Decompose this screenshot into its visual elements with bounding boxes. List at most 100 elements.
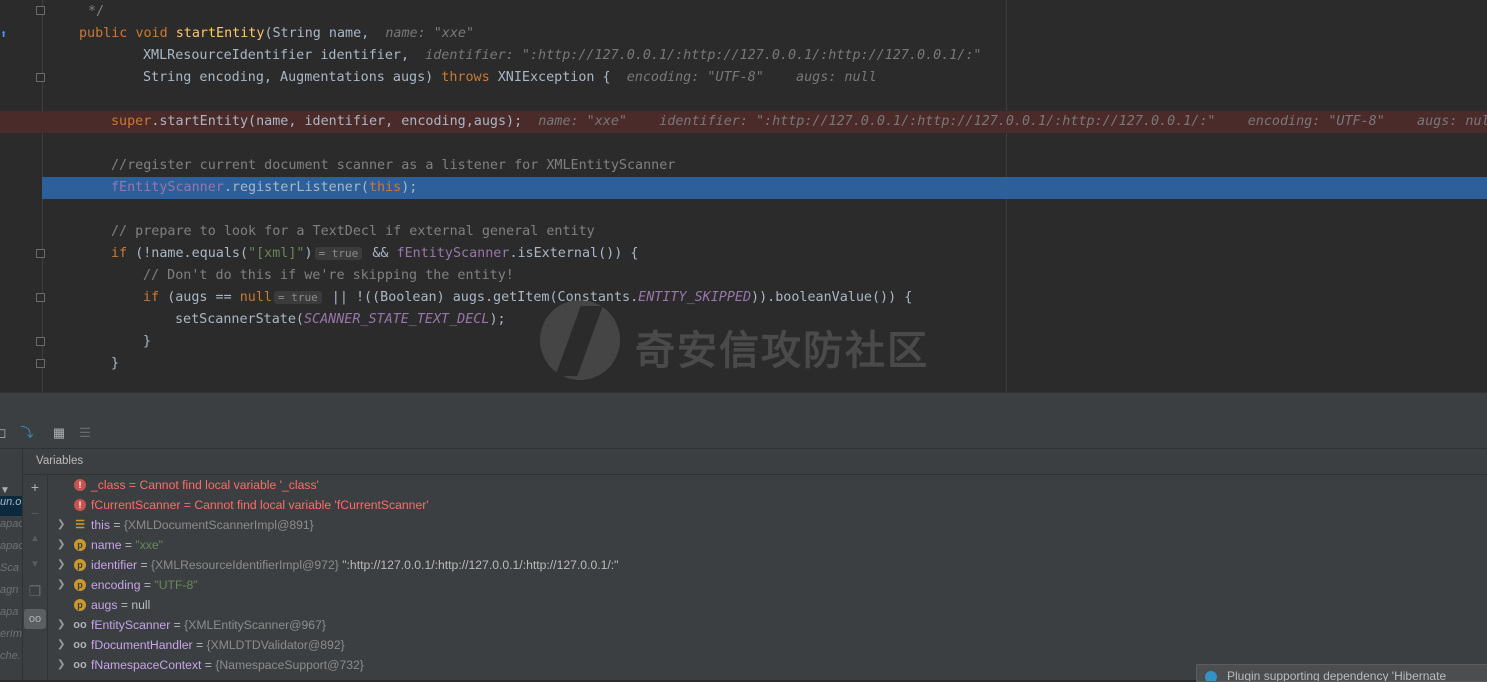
stack-frame-item[interactable]: agn [0,584,22,604]
expand-arrow-icon[interactable]: ❯ [57,535,67,555]
inline-debug-value: name: "xxe" identifier: ":http://127.0.0… [538,114,1487,129]
code-text: String encoding, Augmentations augs) thr… [143,67,877,89]
variable-row[interactable]: ❯ oo fEntityScanner = {XMLEntityScanner@96… [48,615,1487,635]
variable-row[interactable]: ❯ p name = "xxe" [48,535,1487,555]
variable-separator: = [125,478,140,492]
code-token: SCANNER_STATE_TEXT_DECL [304,312,490,327]
variable-value: "UTF-8" [154,578,198,592]
stack-frame-item[interactable]: apa [0,606,22,626]
code-text: //register current document scanner as a… [111,155,675,177]
code-line[interactable]: */ [0,1,1487,23]
variable-name: name [91,538,122,552]
remove-watch-icon[interactable]: − [28,506,42,520]
inline-debug-value: identifier: ":http://127.0.0.1/:http://1… [425,48,982,63]
variable-separator: = [170,618,185,632]
step-into-cursor-icon[interactable]: ⤵ [20,426,34,440]
parameter-icon: p [74,599,86,611]
variable-text: fCurrentScanner = Cannot find local vari… [91,495,429,515]
code-line[interactable] [0,199,1487,221]
variable-separator: = [121,538,136,552]
variable-name: fEntityScanner [91,618,171,632]
code-token: ); [401,180,418,195]
stack-frame-item[interactable]: Sca [0,562,22,582]
code-text: } [111,353,119,375]
variable-value: {XMLDocumentScannerImpl@891} [123,518,314,532]
variable-row[interactable]: ! _class = Cannot find local variable '_c… [48,475,1487,495]
code-line[interactable]: XMLResourceIdentifier identifier, identi… [0,45,1487,67]
stack-frame-item[interactable]: apac [0,540,22,560]
variable-value: {NamespaceSupport@732} [215,658,364,672]
variable-row[interactable]: ❯ p encoding = "UTF-8" [48,575,1487,595]
variable-name: encoding [91,578,141,592]
notification-balloon[interactable]: Plugin supporting dependency 'Hibernate [1196,664,1487,682]
code-line[interactable]: // prepare to look for a TextDecl if ext… [0,221,1487,243]
variable-separator: = [201,658,216,672]
code-line[interactable] [0,133,1487,155]
expand-arrow-icon[interactable]: ❯ [57,575,67,595]
restore-layout-icon[interactable]: ◻ [0,426,8,440]
expand-arrow-icon[interactable]: ❯ [57,515,67,535]
code-token: */ [88,4,105,19]
code-token: public [79,26,136,41]
variable-row[interactable]: p augs = null [48,595,1487,615]
settings-list-icon[interactable]: ☰ [78,426,92,440]
copy-icon[interactable]: ❐ [28,584,42,598]
watches-toggle-icon[interactable]: oo [24,609,46,629]
watch-icon: oo [73,659,87,671]
add-watch-icon[interactable]: + [28,480,42,494]
code-token: (!name.equals( [135,246,249,261]
code-line[interactable] [0,89,1487,111]
stack-frame-item[interactable]: un.o [0,496,22,516]
code-text: super.startEntity(name, identifier, enco… [111,111,1487,133]
code-token: throws [441,70,498,85]
expand-arrow-icon[interactable]: ❯ [57,635,67,655]
code-token: ) [304,246,313,261]
code-line[interactable]: // Don't do this if we're skipping the e… [0,265,1487,287]
stack-frame-item[interactable]: che. [0,650,22,670]
variable-text: _class = Cannot find local variable '_cl… [91,475,319,495]
code-token: // Don't do this if we're skipping the e… [143,268,514,283]
variable-text: fDocumentHandler = {XMLDTDValidator@892} [91,635,345,655]
move-down-icon[interactable]: ▼ [28,558,42,572]
code-token: if [111,246,136,261]
move-up-icon[interactable]: ▲ [28,532,42,546]
code-line[interactable]: //register current document scanner as a… [0,155,1487,177]
expand-arrow-icon[interactable]: ❯ [57,655,67,675]
variables-tree[interactable]: ! _class = Cannot find local variable '_c… [48,475,1487,680]
watermark-text: 奇安信攻防社区 [635,328,929,374]
code-text: fEntityScanner.registerListener(this); [111,177,417,199]
stack-frame-item[interactable]: apac [0,518,22,538]
code-line[interactable]: String encoding, Augmentations augs) thr… [0,67,1487,89]
code-editor[interactable]: ⬆ */public void startEntity(String name,… [0,0,1487,392]
variable-row[interactable]: ❯ p identifier = {XMLResourceIdentifierImp… [48,555,1487,575]
code-token: XMLResourceIdentifier identifier, [143,48,426,63]
code-token: fEntityScanner [396,246,510,261]
code-token: fEntityScanner [111,180,224,195]
expand-arrow-icon[interactable]: ❯ [57,615,67,635]
variable-row[interactable]: ! fCurrentScanner = Cannot find local var… [48,495,1487,515]
variable-value: {XMLDTDValidator@892} [206,638,345,652]
variable-text: fEntityScanner = {XMLEntityScanner@967} [91,615,326,635]
inline-debug-value: encoding: "UTF-8" augs: null [626,70,877,85]
stack-frame-item[interactable]: erIm [0,628,22,648]
watch-icon: oo [73,619,87,631]
chevron-down-icon[interactable]: ▼ [0,484,12,498]
code-token: // prepare to look for a TextDecl if ext… [111,224,595,239]
breakpoint-line[interactable]: super.startEntity(name, identifier, enco… [0,111,1487,133]
object-icon: ☰ [75,519,85,531]
panel-divider[interactable] [0,392,1487,419]
variable-separator: = [140,578,155,592]
code-text: public void startEntity(String name, nam… [79,23,474,45]
code-line[interactable]: public void startEntity(String name, nam… [0,23,1487,45]
execution-line[interactable]: fEntityScanner.registerListener(this); [42,177,1487,199]
variable-value: {XMLEntityScanner@967} [184,618,326,632]
variable-separator: = [117,598,132,612]
variable-row[interactable]: ❯ ☰ this = {XMLDocumentScannerImpl@891} [48,515,1487,535]
variable-row[interactable]: ❯ oo fDocumentHandler = {XMLDTDValidator@8… [48,635,1487,655]
error-icon: ! [74,499,86,511]
code-text: if (!name.equals("[xml]") = true && fEnti… [111,243,638,265]
table-view-icon[interactable]: ▦ [52,426,66,440]
expand-arrow-icon[interactable]: ❯ [57,555,67,575]
code-token: //register current document scanner as a… [111,158,676,173]
code-line[interactable]: if (!name.equals("[xml]") = true && fEnti… [0,243,1487,265]
